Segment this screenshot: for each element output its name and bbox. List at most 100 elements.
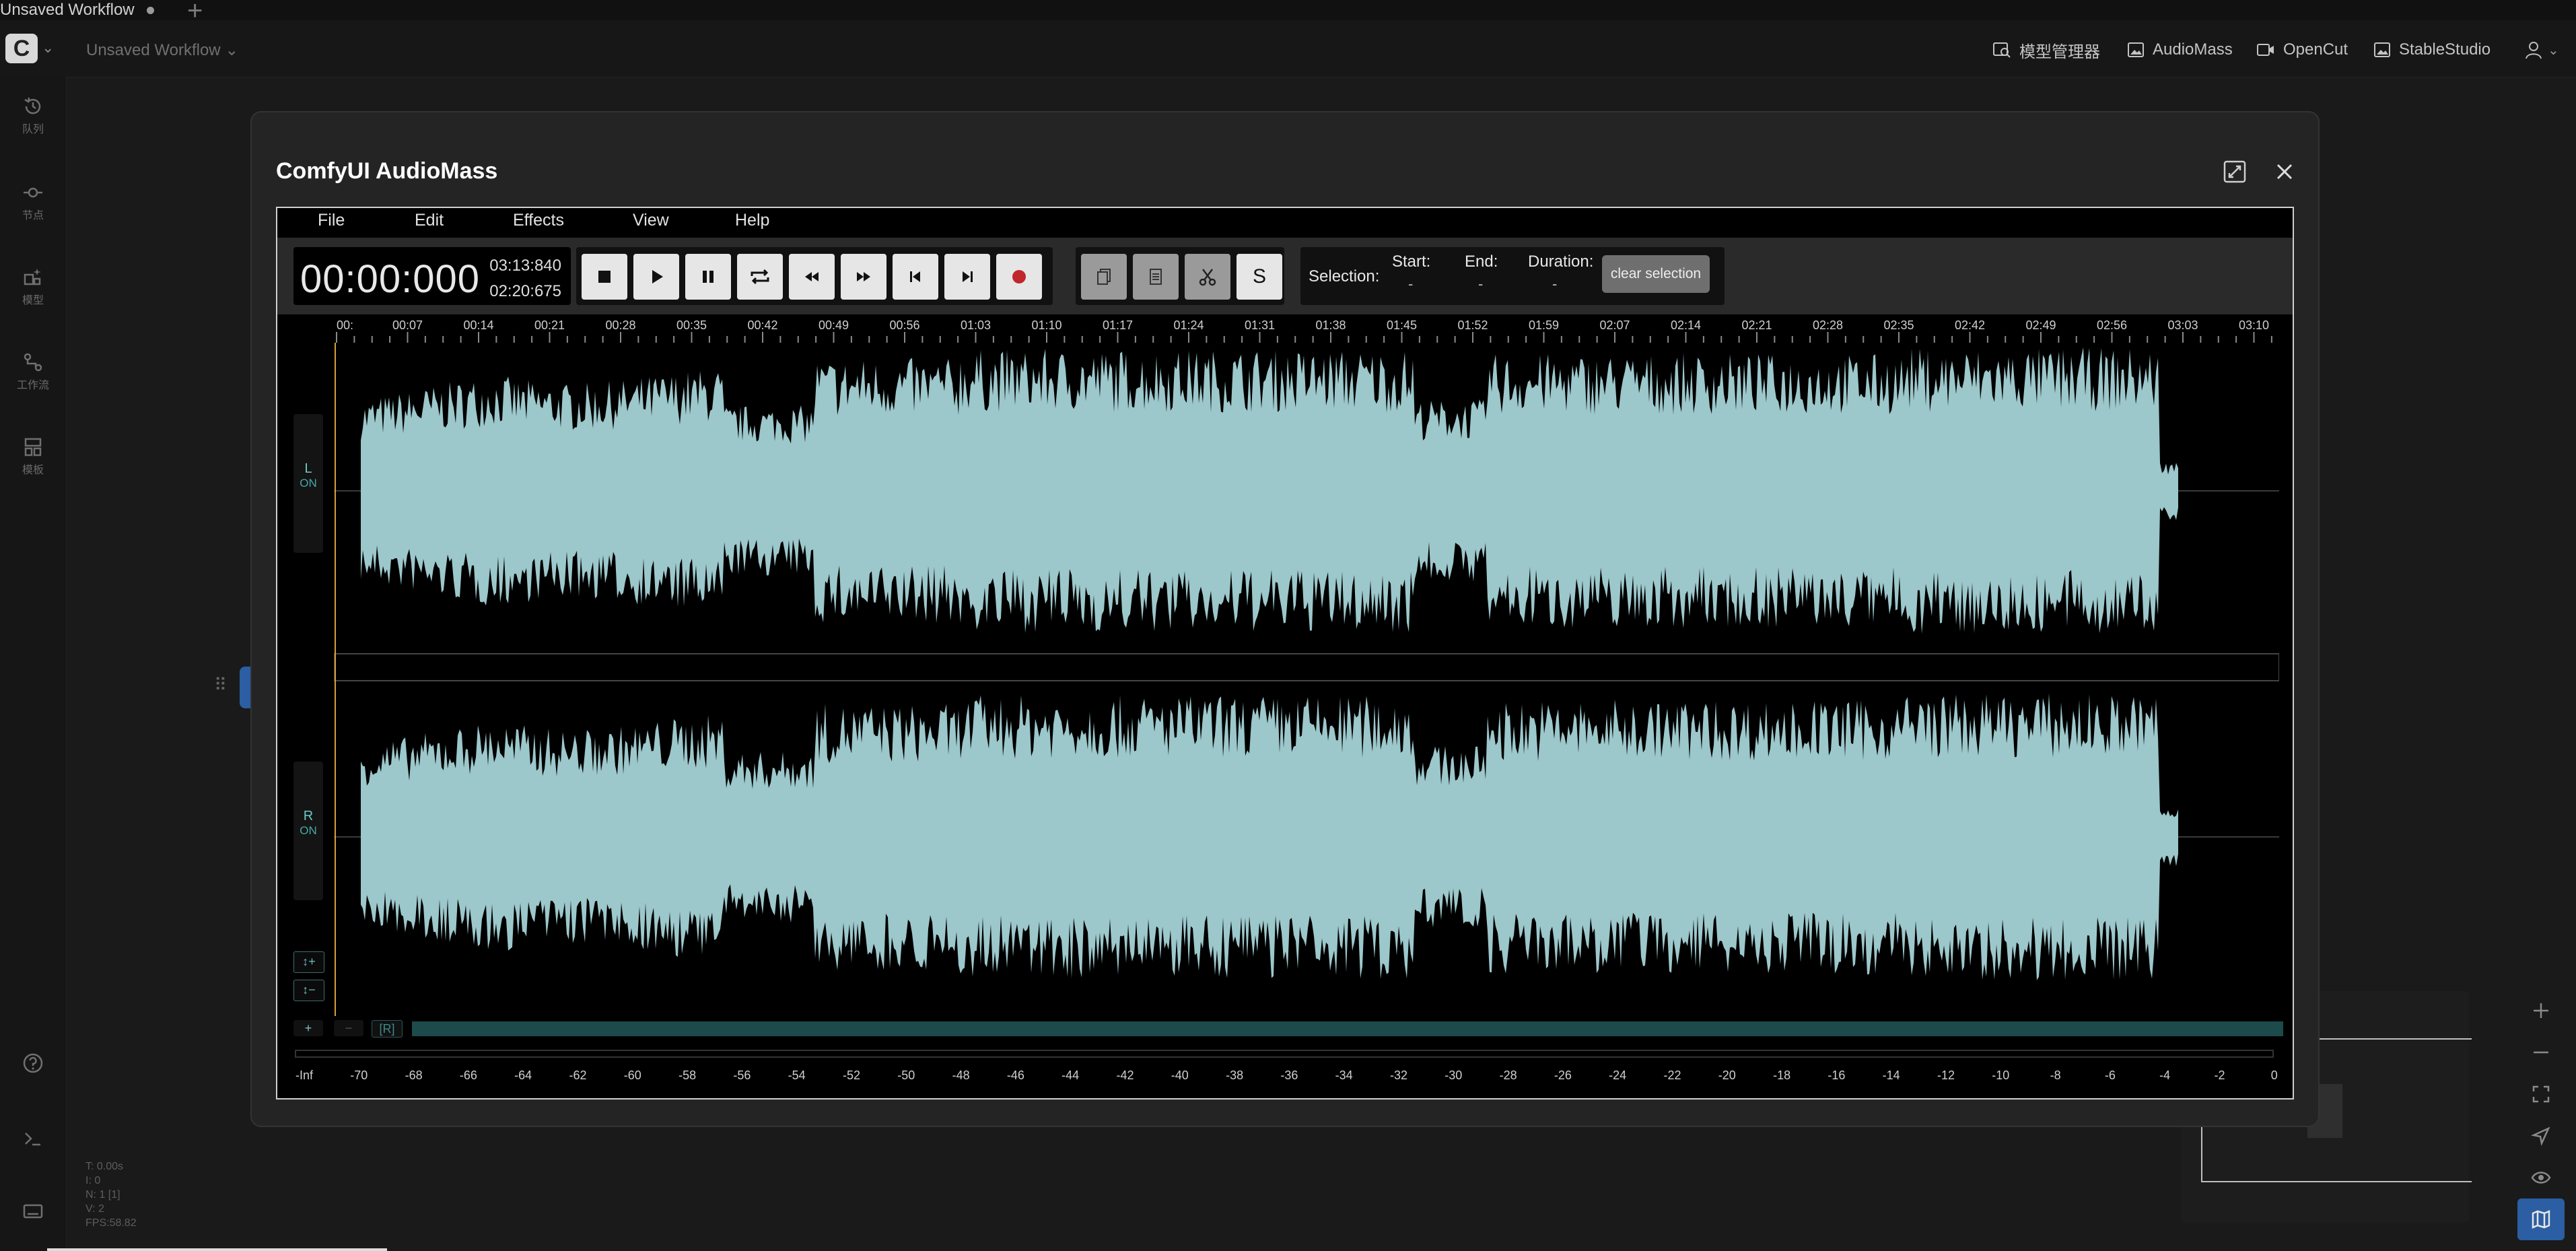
copy-button[interactable] <box>1081 254 1127 300</box>
canvas-toolbar <box>2517 990 2565 1240</box>
zoom-reset-button[interactable]: [R] <box>372 1020 403 1038</box>
user-icon <box>2526 42 2542 59</box>
workflow-icon <box>24 353 42 372</box>
help-button[interactable] <box>0 1052 66 1075</box>
channel-left-toggle[interactable]: L ON <box>293 414 323 553</box>
timeline-label: 01:59 <box>1528 318 1560 332</box>
sidebar-item-models[interactable]: 模型 <box>0 267 66 307</box>
close-button[interactable] <box>2268 156 2301 188</box>
sidebar-label: 队列 <box>22 124 44 135</box>
model-icon <box>24 269 41 285</box>
history-icon <box>24 97 41 114</box>
fast-forward-button[interactable] <box>841 254 886 300</box>
timeline-label: 02:07 <box>1599 318 1630 332</box>
tab-unsaved-workflow[interactable]: Unsaved Workflow <box>0 0 182 20</box>
meter-label: -58 <box>678 1069 697 1082</box>
loop-button[interactable] <box>737 254 783 300</box>
meter-label: -2 <box>2214 1069 2225 1082</box>
channel-name: L <box>304 461 312 476</box>
send-icon <box>2531 1126 2550 1146</box>
menu-help[interactable]: Help <box>735 211 769 230</box>
channel-right-toggle[interactable]: R ON <box>293 762 323 900</box>
paste-button[interactable] <box>1133 254 1179 300</box>
meter-label: -60 <box>623 1069 641 1082</box>
timeline-label: 01:31 <box>1244 318 1276 332</box>
timeline-label: 01:17 <box>1102 318 1134 332</box>
user-menu-button[interactable]: ⌄ <box>2523 36 2571 63</box>
meter-label: -34 <box>1335 1069 1353 1082</box>
menu-file[interactable]: File <box>318 211 345 230</box>
rewind-button[interactable] <box>789 254 835 300</box>
image-icon <box>2128 42 2144 57</box>
drag-handle-icon[interactable]: ⠿ <box>214 675 227 696</box>
fit-view-icon <box>2532 1085 2550 1103</box>
meter-label: -14 <box>1882 1069 1900 1082</box>
pause-button[interactable] <box>685 254 731 300</box>
playhead-position: 02:20:675 <box>489 282 561 300</box>
select-mode-button[interactable] <box>2517 1115 2565 1157</box>
sidebar-label: 模型 <box>22 295 44 306</box>
record-button[interactable] <box>996 254 1042 300</box>
zoom-in-horizontal-button[interactable]: + <box>293 1020 323 1036</box>
stop-button[interactable] <box>582 254 627 300</box>
vertical-zoom-out-button[interactable]: ↕− <box>293 980 324 1001</box>
play-button[interactable] <box>633 254 679 300</box>
pause-icon <box>703 271 713 283</box>
menu-view[interactable]: View <box>633 211 669 230</box>
cut-button[interactable] <box>1185 254 1230 300</box>
skip-back-button[interactable] <box>893 254 938 300</box>
menu-edit[interactable]: Edit <box>415 211 444 230</box>
chevron-down-icon[interactable]: ⌄ <box>42 39 54 57</box>
sidebar-item-workflows[interactable]: 工作流 <box>0 351 66 392</box>
clear-selection-button[interactable]: clear selection <box>1602 255 1710 293</box>
horizontal-scrollbar[interactable] <box>412 1021 2283 1036</box>
model-manager-button[interactable]: 模型管理器 <box>1992 38 2100 62</box>
keyboard-icon <box>23 1204 43 1219</box>
stat-line: I: 0 <box>85 1175 101 1186</box>
meter-label: -4 <box>2159 1069 2171 1082</box>
timeline-label: 00:42 <box>747 318 778 332</box>
maximize-button[interactable] <box>2221 158 2248 185</box>
waveform-view[interactable] <box>334 343 2279 1016</box>
sidebar-item-templates[interactable]: 模板 <box>0 436 66 477</box>
copy-icon <box>1097 269 1111 285</box>
cut-icon <box>1199 269 1216 286</box>
meter-label: -50 <box>897 1069 915 1082</box>
silence-button[interactable]: S <box>1237 254 1282 300</box>
dialog-title: ComfyUI AudioMass <box>276 158 498 184</box>
keyboard-button[interactable] <box>0 1200 66 1223</box>
zoom-in-button[interactable] <box>2517 990 2565 1032</box>
scroll-controls: + − [R] <box>277 1016 2293 1039</box>
sidebar-item-nodes[interactable]: 节点 <box>0 182 66 222</box>
timeline-label: 00:49 <box>818 318 849 332</box>
chevron-down-icon: ⌄ <box>2548 42 2559 58</box>
workflow-name[interactable]: Unsaved Workflow ⌄ <box>86 40 238 60</box>
meter-label: -10 <box>1992 1069 2010 1082</box>
meter-label: -54 <box>788 1069 806 1082</box>
terminal-button[interactable] <box>0 1127 66 1150</box>
meter-label: -38 <box>1226 1069 1244 1082</box>
meter-label: -30 <box>1444 1069 1463 1082</box>
duration-label: Duration: <box>1528 252 1594 271</box>
fit-view-button[interactable] <box>2517 1073 2565 1115</box>
meter-label: -40 <box>1171 1069 1189 1082</box>
stablestudio-button[interactable]: StableStudio <box>2373 38 2491 62</box>
start-label: Start: <box>1392 252 1431 271</box>
unsaved-dot-icon <box>146 6 154 14</box>
meter-label: -24 <box>1609 1069 1627 1082</box>
opencut-button[interactable]: OpenCut <box>2256 38 2348 62</box>
toggle-visibility-button[interactable] <box>2517 1157 2565 1198</box>
skip-back-icon <box>910 271 920 282</box>
sidebar-item-queue[interactable]: 队列 <box>0 96 66 136</box>
vertical-zoom-in-button[interactable]: ↕+ <box>293 951 324 973</box>
timeline-ruler[interactable]: 00: 00:07 00:14 00:21 00:28 00:35 00:42 00:49 00… <box>334 314 2279 343</box>
minimap-toggle-button[interactable] <box>2517 1198 2565 1240</box>
skip-forward-button[interactable] <box>944 254 990 300</box>
menu-effects[interactable]: Effects <box>513 211 564 230</box>
zoom-out-horizontal-button[interactable]: − <box>334 1020 363 1036</box>
audiomass-button[interactable]: AudioMass <box>2127 38 2233 62</box>
zoom-out-button[interactable] <box>2517 1032 2565 1073</box>
edit-tools: S <box>1076 247 1284 305</box>
meter-label: -64 <box>514 1069 532 1082</box>
comfy-logo[interactable]: C <box>5 34 38 63</box>
